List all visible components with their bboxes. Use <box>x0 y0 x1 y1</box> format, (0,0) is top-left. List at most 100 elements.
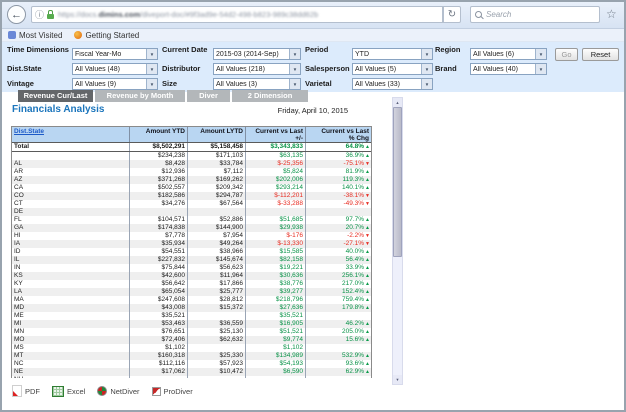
reload-button[interactable]: ↻ <box>443 6 461 23</box>
cell-pct-chg: -27.1% ▼ <box>306 240 371 248</box>
export-label: NetDiver <box>110 386 140 396</box>
reset-button[interactable]: Reset <box>582 48 619 61</box>
cell-pct-chg: -2.2% ▼ <box>306 232 371 240</box>
bookmark-label: Getting Started <box>85 30 140 40</box>
filter-period-dropdown[interactable]: YTD ▼ <box>352 48 433 60</box>
dropdown-value: All Values (40) <box>473 65 519 73</box>
table-row-ia: IA $35,934 $49,264 $-13,330 -27.1% ▼ <box>12 240 371 248</box>
cell-amount-ytd: $35,934 <box>130 240 188 248</box>
dropdown-value: All Values (3) <box>216 80 258 88</box>
bookmark-item-most-visited[interactable]: Most Visited <box>8 31 62 40</box>
bookmark-item-getting-started[interactable]: Getting Started <box>74 31 139 40</box>
cell-amount-ytd: $234,238 <box>130 152 188 160</box>
cell-amount-lytd <box>188 376 246 378</box>
export-prodiver[interactable]: ProDiver <box>151 386 193 396</box>
pct-value: 40.0% <box>345 248 365 255</box>
pct-value: 36.9% <box>345 152 365 159</box>
filter-varietal-dropdown[interactable]: All Values (33) ▼ <box>352 78 433 90</box>
dropdown-value: All Values (33) <box>355 80 401 88</box>
filter-distributor-dropdown[interactable]: All Values (218) ▼ <box>213 63 301 75</box>
filter-region-dropdown[interactable]: All Values (6) ▼ <box>470 48 547 60</box>
table-row-la: LA $65,054 $25,777 $39,277 152.4% ▲ <box>12 288 371 296</box>
url-text: https://docs.dimins.com/diveport-doc/#9f… <box>58 10 319 19</box>
cell-amount-ytd <box>130 376 188 378</box>
cell-amount-ytd: $227,832 <box>130 256 188 264</box>
cell-state: Total <box>12 143 130 151</box>
cell-amount-ytd: $76,651 <box>130 328 188 336</box>
filter-dist-state-dropdown[interactable]: All Values (48) ▼ <box>72 63 158 75</box>
trend-up-icon: ▲ <box>365 368 370 375</box>
export-excel[interactable]: Excel <box>52 385 85 397</box>
vertical-scrollbar[interactable]: ▲ ▼ <box>392 97 403 385</box>
table-row-ga: GA $174,838 $144,900 $29,938 20.7% ▲ <box>12 224 371 232</box>
filter-label-vintage: Vintage <box>7 79 34 88</box>
tab-diver[interactable]: Diver <box>187 90 230 102</box>
bookmark-star-icon[interactable]: ☆ <box>606 7 617 21</box>
tab-revenue-by-month[interactable]: Revenue by Month <box>95 90 185 102</box>
scroll-down-arrow[interactable]: ▼ <box>393 375 402 384</box>
filter-size-dropdown[interactable]: All Values (3) ▼ <box>213 78 301 90</box>
trend-up-icon: ▲ <box>365 216 370 223</box>
cell-state: ME <box>12 312 130 320</box>
cell-diff: $293,214 <box>246 184 306 192</box>
export-pdf[interactable]: PDF <box>12 385 40 397</box>
trend-up-icon: ▲ <box>365 360 370 367</box>
cell-amount-ytd: $182,586 <box>130 192 188 200</box>
filter-label-distributor: Distributor <box>162 64 201 73</box>
cell-amount-ytd: $502,557 <box>130 184 188 192</box>
cell-amount-lytd: $209,342 <box>188 184 246 192</box>
cell-diff: $35,521 <box>246 312 306 320</box>
back-button[interactable]: ← <box>7 5 26 24</box>
info-icon[interactable]: ⓘ <box>35 8 44 21</box>
pct-value: -49.3% <box>343 200 365 207</box>
cell-diff: $-13,330 <box>246 240 306 248</box>
pct-value: 81.9% <box>345 168 365 175</box>
filter-brand-dropdown[interactable]: All Values (40) ▼ <box>470 63 547 75</box>
filter-vintage-dropdown[interactable]: All Values (9) ▼ <box>72 78 158 90</box>
trend-down-icon: ▼ <box>365 200 370 207</box>
table-row-mt: MT $160,318 $25,330 $134,989 532.9% ▲ <box>12 352 371 360</box>
cell-amount-ytd: $1,102 <box>130 344 188 352</box>
pct-value: 93.6% <box>345 360 365 367</box>
tab-revenue-cur-last[interactable]: Revenue Cur/Last <box>18 90 93 102</box>
search-box[interactable]: Search <box>470 6 600 23</box>
browser-toolbar: ← ⓘ https://docs.dimins.com/diveport-doc… <box>2 2 624 29</box>
cell-state: AZ <box>12 176 130 184</box>
cell-amount-lytd: $294,787 <box>188 192 246 200</box>
pct-value: -27.1% <box>343 240 365 247</box>
filter-time-dimensions-dropdown[interactable]: Fiscal Year-Mo ▼ <box>72 48 158 60</box>
cell-diff: $-25,356 <box>246 160 306 168</box>
table-row-de: DE <box>12 208 371 216</box>
cell-state: NH <box>12 376 130 378</box>
table-row-md: MD $43,008 $15,372 $27,636 179.8% ▲ <box>12 304 371 312</box>
pct-value: 217.0% <box>342 280 365 287</box>
chevron-down-icon: ▼ <box>535 49 546 59</box>
chevron-down-icon: ▼ <box>289 64 300 74</box>
go-button[interactable]: Go <box>555 48 578 61</box>
scrollbar-thumb[interactable] <box>393 107 402 257</box>
cell-diff: $218,796 <box>246 296 306 304</box>
scroll-up-arrow[interactable]: ▲ <box>393 98 402 107</box>
table-row-partial: NH <box>12 376 371 378</box>
tab-2-dimension[interactable]: 2 Dimension <box>232 90 308 102</box>
export-netdiver[interactable]: NetDiver <box>97 386 140 396</box>
filter-label-size: Size <box>162 79 178 88</box>
cell-pct-chg: 93.6% ▲ <box>306 360 371 368</box>
pct-value: 56.4% <box>345 256 365 263</box>
cell-amount-ytd <box>130 208 188 216</box>
browser-window: ← ⓘ https://docs.dimins.com/diveport-doc… <box>0 0 626 412</box>
column-header-dist-state[interactable]: Dist.State <box>12 127 130 142</box>
cell-pct-chg: 46.2% ▲ <box>306 320 371 328</box>
filter-salesperson-dropdown[interactable]: All Values (5) ▼ <box>352 63 433 75</box>
cell-amount-lytd: $28,812 <box>188 296 246 304</box>
table-row-ca: CA $502,557 $209,342 $293,214 140.1% ▲ <box>12 184 371 192</box>
url-bar[interactable]: ⓘ https://docs.dimins.com/diveport-doc/#… <box>31 6 443 23</box>
cell-state: ID <box>12 248 130 256</box>
cell-diff: $39,277 <box>246 288 306 296</box>
cell-state <box>12 152 130 160</box>
cell-state: MS <box>12 344 130 352</box>
cell-amount-lytd: $10,472 <box>188 368 246 376</box>
cell-pct-chg: 56.4% ▲ <box>306 256 371 264</box>
filter-current-date-dropdown[interactable]: 2015-03 (2014-Sep) ▼ <box>213 48 301 60</box>
cell-amount-ytd: $53,463 <box>130 320 188 328</box>
